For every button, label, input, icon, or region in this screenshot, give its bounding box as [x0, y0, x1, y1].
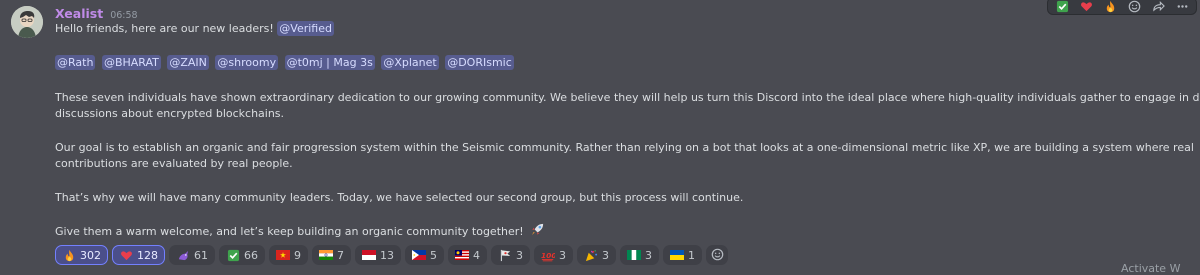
- hundred-points-icon: 100: [541, 248, 555, 262]
- svg-text:100: 100: [541, 251, 555, 260]
- user-mention[interactable]: @t0mj | Mag 3s: [284, 55, 375, 70]
- reaction-indonesia-flag[interactable]: 13: [355, 245, 401, 265]
- message: Xealist 06:58 Hello friends, here are ou…: [0, 0, 1200, 275]
- vietnam-flag-icon: [276, 248, 290, 262]
- reaction-check[interactable]: 66: [219, 245, 265, 265]
- reaction-party-popper[interactable]: 3: [577, 245, 616, 265]
- message-hover-toolbar: [1047, 0, 1197, 15]
- reaction-vietnam-flag[interactable]: 9: [269, 245, 308, 265]
- activate-windows-watermark: Activate W: [1121, 262, 1181, 275]
- reaction-count: 13: [380, 248, 394, 262]
- quick-react-fire-button[interactable]: [1102, 0, 1118, 13]
- avatar-image: [11, 6, 43, 38]
- message-header: Xealist 06:58: [55, 6, 138, 22]
- paragraph-3: That’s why we will have many community l…: [55, 191, 744, 204]
- reaction-count: 3: [602, 248, 609, 262]
- greeting-line: Hello friends, here are our new leaders!…: [55, 21, 334, 37]
- ukraine-flag-icon: [670, 248, 684, 262]
- quick-react-heart-button[interactable]: [1078, 0, 1094, 13]
- avatar[interactable]: [11, 6, 43, 38]
- reaction-purple-dragon[interactable]: 61: [169, 245, 215, 265]
- check-mark-icon: [226, 248, 240, 262]
- user-mention[interactable]: @BHARAT: [101, 55, 161, 70]
- reaction-nigeria-flag[interactable]: 3: [620, 245, 659, 265]
- rocket-icon: [530, 222, 545, 242]
- reaction-count: 3: [645, 248, 652, 262]
- paragraph-4: Give them a warm welcome, and let’s keep…: [55, 225, 524, 238]
- reaction-count: 5: [430, 248, 437, 262]
- smiley-add-icon: [711, 246, 724, 265]
- username[interactable]: Xealist: [55, 6, 103, 21]
- india-flag-icon: [319, 248, 333, 262]
- greeting-text: Hello friends, here are our new leaders!: [55, 22, 274, 35]
- reaction-count: 66: [244, 248, 258, 262]
- reaction-count: 1: [688, 248, 695, 262]
- reaction-count: 302: [80, 248, 101, 262]
- reaction-count: 9: [294, 248, 301, 262]
- user-mention[interactable]: @Rath: [55, 55, 96, 70]
- fire-icon: [62, 248, 76, 262]
- reaction-philippines-flag[interactable]: 5: [405, 245, 444, 265]
- heart-icon: [119, 248, 133, 262]
- role-mention-verified[interactable]: @Verified: [277, 21, 334, 36]
- reaction-fire[interactable]: 302: [55, 245, 108, 265]
- user-mention[interactable]: @ZAIN: [167, 55, 209, 70]
- reactions-bar: 302 128 61 66 9 7 13 5 4 3 100 3 3 3 1: [55, 245, 728, 265]
- reaction-count: 3: [516, 248, 523, 262]
- user-mention[interactable]: @Xplanet: [381, 55, 439, 70]
- reaction-ukraine-flag[interactable]: 1: [663, 245, 702, 265]
- add-reaction-button[interactable]: [706, 245, 728, 265]
- reaction-hundred-points[interactable]: 100 3: [534, 245, 573, 265]
- add-reaction-icon[interactable]: [1126, 0, 1142, 13]
- quick-react-check-button[interactable]: [1054, 0, 1070, 13]
- leader-mentions: @Rath @BHARAT @ZAIN @shroomy @t0mj | Mag…: [55, 55, 517, 71]
- forward-icon[interactable]: [1150, 0, 1166, 13]
- reaction-india-flag[interactable]: 7: [312, 245, 351, 265]
- timestamp[interactable]: 06:58: [110, 10, 137, 21]
- paragraph-1-line-1: These seven individuals have shown extra…: [55, 91, 1200, 104]
- reaction-heart[interactable]: 128: [112, 245, 165, 265]
- reaction-custom-flag[interactable]: 3: [491, 245, 530, 265]
- more-options-icon[interactable]: [1174, 0, 1190, 13]
- purple-dragon-icon: [176, 248, 190, 262]
- paragraph-1-line-2: discussions about encrypted blockchains.: [55, 107, 285, 120]
- reaction-count: 7: [337, 248, 344, 262]
- reaction-count: 3: [559, 248, 566, 262]
- party-popper-icon: [584, 248, 598, 262]
- nigeria-flag-icon: [627, 248, 641, 262]
- philippines-flag-icon: [412, 248, 426, 262]
- reaction-count: 128: [137, 248, 158, 262]
- malaysia-flag-icon: [455, 248, 469, 262]
- user-mention[interactable]: @shroomy: [215, 55, 279, 70]
- paragraph-2-line-1: Our goal is to establish an organic and …: [55, 141, 1194, 154]
- paragraph-4-line: Give them a warm welcome, and let’s keep…: [55, 222, 545, 242]
- reaction-malaysia-flag[interactable]: 4: [448, 245, 487, 265]
- user-mention[interactable]: @DORIsmic: [445, 55, 514, 70]
- pirate-flag-icon: [498, 248, 512, 262]
- reaction-count: 61: [194, 248, 208, 262]
- paragraph-2-line-2: contributions are evaluated by real peop…: [55, 157, 293, 170]
- reaction-count: 4: [473, 248, 480, 262]
- indonesia-flag-icon: [362, 248, 376, 262]
